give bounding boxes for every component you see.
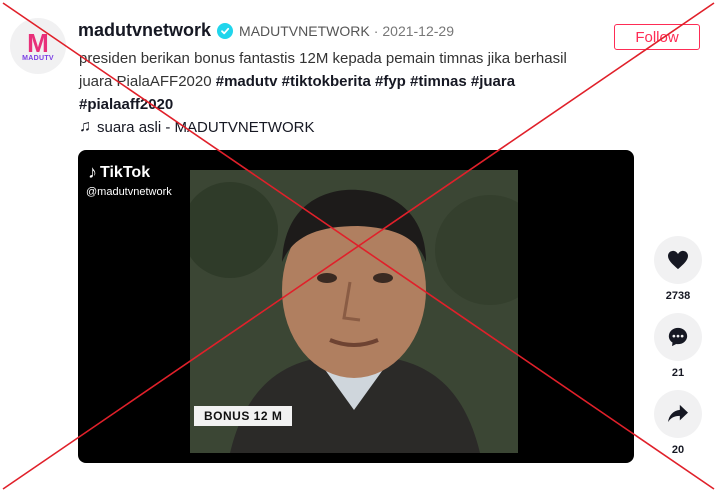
like-button[interactable] bbox=[654, 236, 702, 284]
music-note-icon: ♫ bbox=[79, 118, 91, 135]
avatar-logo: M bbox=[27, 27, 49, 58]
share-icon bbox=[668, 404, 688, 423]
hashtag[interactable]: #juara bbox=[471, 73, 515, 90]
hashtag[interactable]: #fyp bbox=[375, 73, 406, 90]
heart-icon bbox=[668, 250, 688, 270]
comment-icon bbox=[668, 327, 688, 347]
tiktok-note-icon: ♪ bbox=[88, 162, 97, 182]
share-button[interactable] bbox=[654, 390, 702, 438]
verified-badge-icon bbox=[217, 22, 234, 39]
hashtag[interactable]: #madutv bbox=[216, 73, 278, 90]
separator: · bbox=[373, 22, 379, 39]
comment-button[interactable] bbox=[654, 313, 702, 361]
share-count: 20 bbox=[671, 444, 685, 456]
post-date: 2021-12-29 bbox=[382, 22, 454, 39]
avatar-subtext: MADUTV bbox=[22, 54, 54, 62]
music-link[interactable]: ♫ suara asli - MADUTVNETWORK bbox=[79, 118, 315, 136]
video-overlay-text: BONUS 12 M bbox=[194, 406, 293, 426]
follow-button[interactable]: Follow bbox=[614, 24, 700, 50]
username[interactable]: madutvnetwork bbox=[78, 20, 211, 41]
caption: presiden berikan bonus fantastis 12M kep… bbox=[79, 47, 599, 116]
video-player[interactable]: ♪ TikTok @madutvnetwork BONUS 12 M bbox=[78, 150, 634, 463]
post-header: madutvnetwork MADUTVNETWORK · 2021-12-29 bbox=[78, 20, 454, 41]
music-label: suara asli - MADUTVNETWORK bbox=[97, 118, 315, 136]
hashtag[interactable]: #tiktokberita bbox=[282, 73, 371, 90]
tiktok-brand-text: TikTok bbox=[100, 163, 151, 181]
hashtag[interactable]: #pialaaff2020 bbox=[79, 96, 173, 113]
action-bar: 2738 21 20 bbox=[654, 236, 702, 467]
comment-count: 21 bbox=[671, 367, 685, 379]
avatar[interactable]: M MADUTV bbox=[10, 18, 66, 74]
hashtag[interactable]: #timnas bbox=[410, 73, 467, 90]
like-count: 2738 bbox=[665, 290, 691, 302]
nickname: MADUTVNETWORK bbox=[239, 22, 370, 39]
tiktok-handle: @madutvnetwork bbox=[86, 186, 172, 198]
tiktok-watermark: ♪ TikTok bbox=[88, 162, 150, 183]
